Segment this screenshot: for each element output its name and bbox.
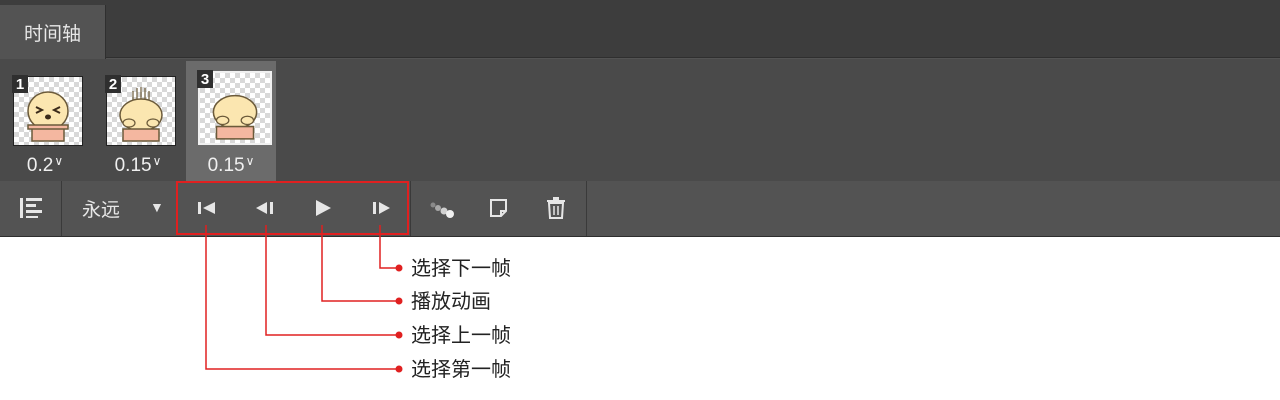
frame-delay[interactable]: 0.15∨ (93, 154, 183, 177)
frame-number: 1 (12, 75, 28, 93)
duplicate-frame-icon[interactable] (481, 191, 515, 225)
loop-select[interactable]: 永远 (82, 195, 120, 222)
annotation-previous-frame: 选择上一帧 (411, 323, 511, 347)
frame-delay[interactable]: 0.2∨ (0, 154, 90, 177)
convert-timeline-icon[interactable] (15, 191, 49, 225)
delete-frame-icon[interactable] (539, 191, 573, 225)
annotation-next-frame: 选择下一帧 (411, 256, 511, 280)
playback-controls-highlight (176, 181, 409, 235)
panel-tab-bar: 时间轴 (0, 0, 1280, 59)
frame-delay[interactable]: 0.15∨ (186, 154, 276, 177)
chevron-down-icon: ∨ (245, 154, 255, 168)
tween-icon[interactable] (424, 191, 458, 225)
chevron-down-icon: ∨ (54, 154, 64, 168)
toolbar-separator (586, 181, 587, 236)
frame-2[interactable]: 2 0.15∨ (93, 61, 183, 181)
annotation-first-frame: 选择第一帧 (411, 357, 511, 381)
caret-down-icon[interactable]: ▼ (150, 199, 164, 215)
frame-3[interactable]: 3 0.15∨ (186, 61, 276, 181)
annotation-play: 播放动画 (411, 289, 491, 313)
frame-number: 3 (197, 70, 213, 88)
toolbar-separator (410, 181, 411, 236)
chevron-down-icon: ∨ (152, 154, 162, 168)
toolbar-separator (61, 181, 62, 236)
frame-number: 2 (105, 75, 121, 93)
frame-strip: 1 0.2∨ 2 0.15∨ 3 0.15∨ (0, 59, 1280, 181)
frame-1[interactable]: 1 0.2∨ (0, 61, 90, 181)
tab-timeline[interactable]: 时间轴 (0, 5, 106, 59)
